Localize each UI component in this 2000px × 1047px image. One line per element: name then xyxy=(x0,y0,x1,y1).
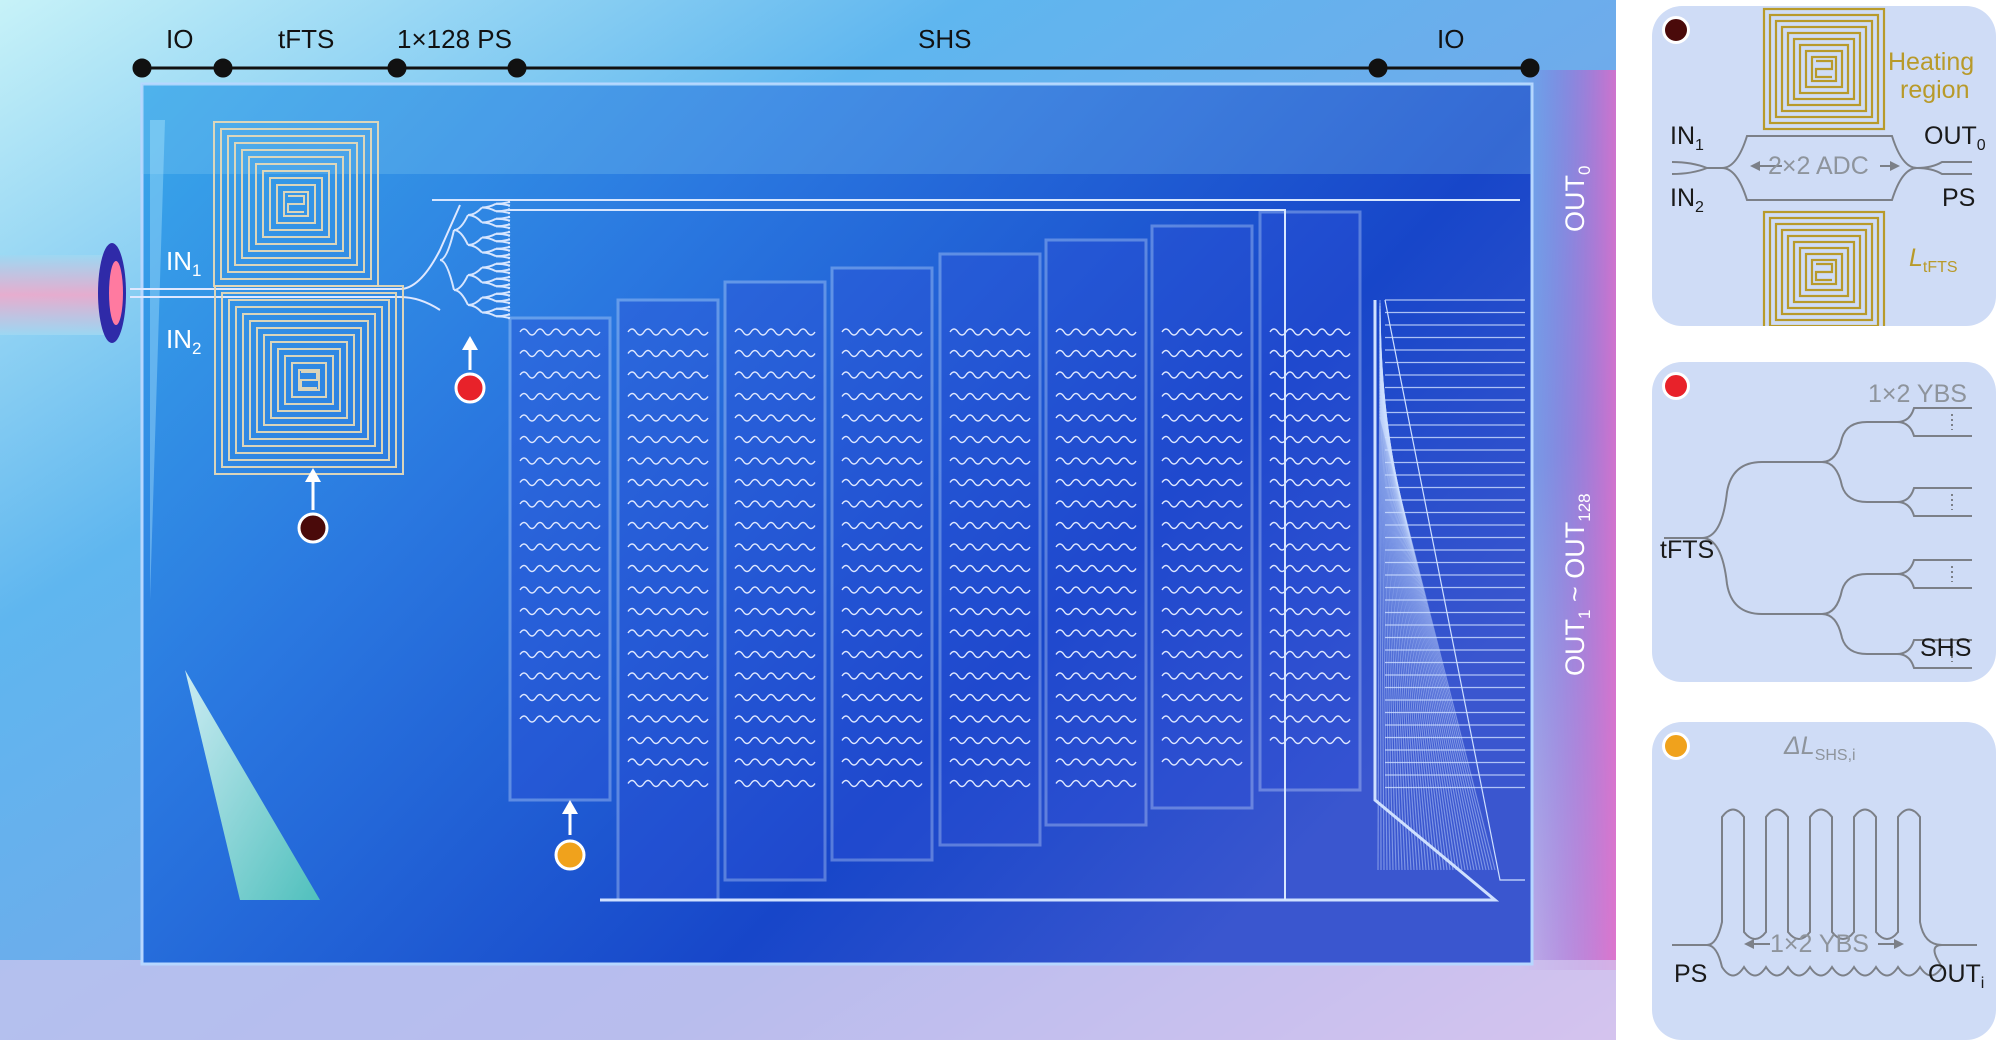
marker-ybs-dot xyxy=(1662,372,1690,400)
tfts-label: tFTS xyxy=(278,24,335,54)
adc-in2-label: IN2 xyxy=(1670,184,1704,216)
adc-label: 2×2 ADC xyxy=(1768,152,1869,180)
shs-diagram xyxy=(1672,808,1977,977)
io-label-left: IO xyxy=(166,24,194,54)
panel-adc: Heating region IN1 IN2 OUT0 PS 2×2 ADC L… xyxy=(1652,6,1996,326)
shs-ybs-label: 1×2 YBS xyxy=(1770,930,1869,958)
chip-in2-label: IN2 xyxy=(166,324,202,358)
shs-out-label: OUTi xyxy=(1928,960,1985,992)
chip-photo: IO tFTS 1×128 PS SHS IO IN1 IN2 OUT0 OUT… xyxy=(0,0,1616,1040)
heating-spiral-top xyxy=(1762,7,1886,131)
ps-label: 1×128 PS xyxy=(397,24,512,54)
chip-photo-graphic xyxy=(0,0,1616,1040)
adc-ps-label: PS xyxy=(1942,184,1976,212)
adc-out0-label: OUT0 xyxy=(1924,122,1986,154)
panel-ybs: 1×2 YBS tFTS SHS xyxy=(1652,362,1996,682)
marker-shs-dot xyxy=(1662,732,1690,760)
delta-l-label: ΔLSHS,i xyxy=(1784,732,1856,764)
panel-shs: ΔLSHS,i 1×2 YBS PS OUTi xyxy=(1652,722,1996,1040)
shs-label: SHS xyxy=(918,24,972,54)
ybs-shs-label: SHS xyxy=(1920,634,1972,662)
chip-out-range-label: OUT1 ~ OUT128 xyxy=(1560,493,1594,676)
heating-spiral-bottom xyxy=(1762,210,1886,326)
heating-label-2: region xyxy=(1900,76,1970,104)
chip-in1-label: IN1 xyxy=(166,246,202,280)
tfts-spiral-bottom xyxy=(214,285,404,475)
chip-out0-label: OUT0 xyxy=(1560,165,1594,232)
adc-in1-label: IN1 xyxy=(1670,122,1704,154)
marker-adc-dot xyxy=(1662,16,1690,44)
io-label-right: IO xyxy=(1437,24,1465,54)
shs-ps-label: PS xyxy=(1674,960,1708,988)
ybs-title: 1×2 YBS xyxy=(1868,380,1967,408)
ybs-tfts-label: tFTS xyxy=(1660,536,1715,564)
heating-label-1: Heating xyxy=(1888,48,1975,76)
ltfts-label: LtFTS xyxy=(1909,244,1958,276)
